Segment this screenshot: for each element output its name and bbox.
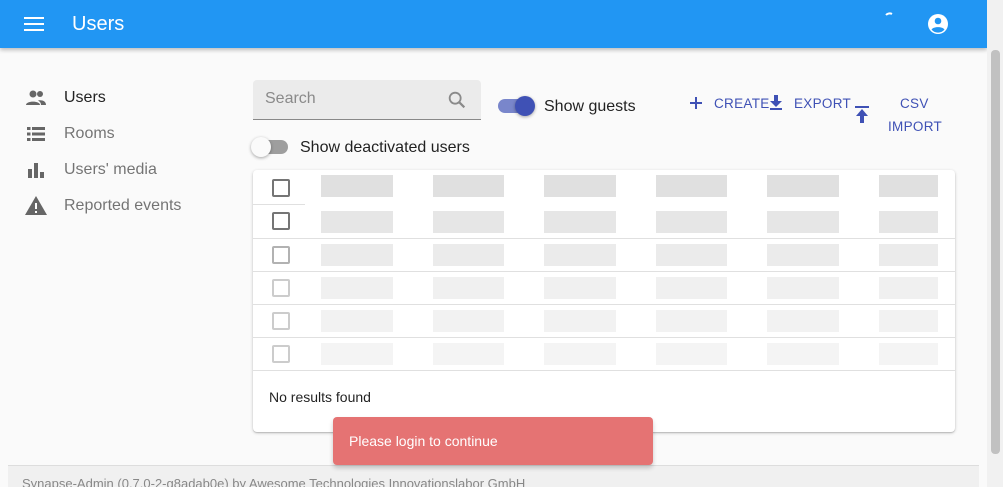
sidebar-item-label: Users' media <box>64 161 157 178</box>
skeleton-cell <box>767 277 839 299</box>
footer-text: Synapse-Admin (0.7.0-2-g8adab0e) by Awes… <box>22 476 526 487</box>
sidebar-item-label: Rooms <box>64 125 115 142</box>
download-icon <box>770 95 782 110</box>
skeleton-cell <box>879 211 938 233</box>
create-label: CREATE <box>714 96 770 111</box>
skeleton-cell <box>879 277 938 299</box>
notification-snackbar: Please login to continue <box>333 417 653 465</box>
people-icon <box>24 86 48 110</box>
sidebar-item-users-media[interactable]: Users' media <box>24 152 157 188</box>
skeleton-cell <box>879 175 938 197</box>
list-icon <box>24 122 48 146</box>
skeleton-cell <box>767 343 839 365</box>
csv-import-label-line1: CSV <box>900 96 929 111</box>
skeleton-cell <box>321 343 393 365</box>
skeleton-cell <box>656 310 727 332</box>
show-guests-label: Show guests <box>544 98 636 115</box>
snackbar-message: Please login to continue <box>349 433 498 449</box>
loading-spinner-icon <box>885 12 893 16</box>
account-circle-icon[interactable] <box>926 12 950 36</box>
skeleton-cell <box>767 244 839 266</box>
skeleton-cell <box>544 175 616 197</box>
skeleton-cell <box>879 310 938 332</box>
footer: Synapse-Admin (0.7.0-2-g8adab0e) by Awes… <box>8 465 979 487</box>
export-label: EXPORT <box>794 96 852 111</box>
row-checkbox[interactable] <box>272 279 290 297</box>
menu-icon[interactable] <box>24 14 46 34</box>
row-checkbox[interactable] <box>272 312 290 330</box>
show-deactivated-label: Show deactivated users <box>300 139 470 156</box>
row-divider <box>253 304 955 305</box>
skeleton-cell <box>321 310 393 332</box>
skeleton-cell <box>544 343 616 365</box>
skeleton-cell <box>433 175 504 197</box>
skeleton-cell <box>321 175 393 197</box>
page-title: Users <box>72 13 125 35</box>
select-all-checkbox[interactable] <box>272 179 290 197</box>
skeleton-cell <box>433 343 504 365</box>
row-divider <box>253 271 955 272</box>
skeleton-cell <box>879 343 938 365</box>
row-checkbox[interactable] <box>272 345 290 363</box>
sidebar-item-reported-events[interactable]: Reported events <box>24 188 181 224</box>
row-divider <box>253 337 955 338</box>
search-input[interactable] <box>265 90 445 108</box>
skeleton-cell <box>656 277 727 299</box>
skeleton-cell <box>433 310 504 332</box>
skeleton-cell <box>656 175 727 197</box>
skeleton-cell <box>433 211 504 233</box>
row-divider <box>253 370 955 371</box>
warning-icon <box>24 194 48 218</box>
header-divider <box>253 204 305 205</box>
skeleton-cell <box>433 277 504 299</box>
skeleton-cell <box>544 277 616 299</box>
empty-message: No results found <box>269 389 371 405</box>
sidebar-item-label: Users <box>64 89 106 106</box>
search-icon <box>448 91 466 109</box>
csv-import-label-line2: IMPORT <box>888 119 943 134</box>
skeleton-cell <box>544 244 616 266</box>
row-checkbox[interactable] <box>272 246 290 264</box>
skeleton-cell <box>656 211 727 233</box>
skeleton-cell <box>656 244 727 266</box>
plus-icon <box>690 97 702 109</box>
skeleton-cell <box>767 175 839 197</box>
upload-icon <box>855 106 869 123</box>
sidebar-item-rooms[interactable]: Rooms <box>24 116 115 152</box>
sidebar-item-users[interactable]: Users <box>24 80 106 116</box>
app-bar: Users <box>0 0 987 48</box>
skeleton-cell <box>879 244 938 266</box>
row-divider <box>253 238 955 239</box>
skeleton-cell <box>767 211 839 233</box>
row-checkbox[interactable] <box>272 212 290 230</box>
csv-import-button[interactable]: CSV IMPORT <box>853 95 943 135</box>
skeleton-cell <box>544 211 616 233</box>
skeleton-cell <box>433 244 504 266</box>
bar-chart-icon <box>24 158 48 182</box>
show-deactivated-toggle[interactable] <box>251 137 291 157</box>
skeleton-cell <box>656 343 727 365</box>
skeleton-cell <box>321 277 393 299</box>
sidebar-item-label: Reported events <box>64 197 182 214</box>
skeleton-cell <box>767 310 839 332</box>
scrollbar-thumb[interactable] <box>991 50 1000 454</box>
skeleton-cell <box>544 310 616 332</box>
show-guests-toggle[interactable] <box>498 96 538 116</box>
skeleton-cell <box>321 211 393 233</box>
skeleton-cell <box>321 244 393 266</box>
